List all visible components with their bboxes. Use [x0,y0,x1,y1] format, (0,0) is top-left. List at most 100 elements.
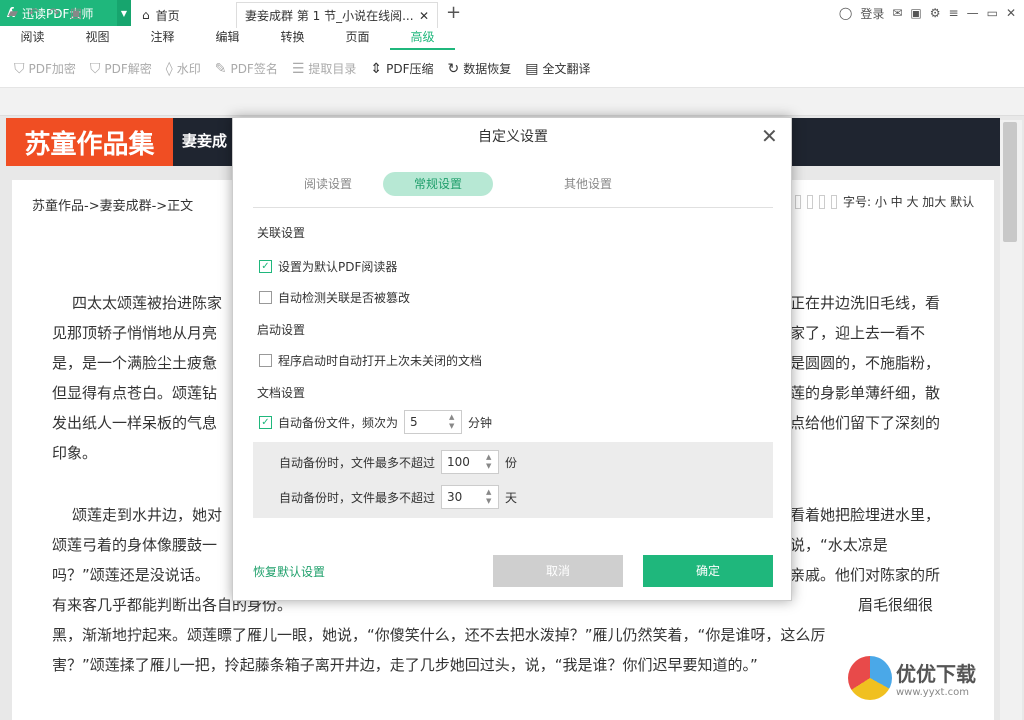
restore-defaults-link[interactable]: 恢复默认设置 [253,563,325,580]
backup-frequency-stepper[interactable]: 5 ▲ ▼ [404,410,463,434]
para-line: 家了，迎上去一看不 [790,324,926,342]
pdf-compress-label: PDF压缩 [386,62,434,76]
save-icon[interactable]: ▣ [70,6,82,21]
close-icon[interactable]: ✕ [761,124,778,148]
chevron-up-icon[interactable]: ▲ [486,488,498,497]
unit-label: 分钟 [468,415,493,430]
add-tab-icon[interactable]: + [446,2,461,23]
tab-other-settings[interactable]: 其他设置 [533,172,643,196]
color-swatch[interactable] [807,194,813,209]
checkbox-icon[interactable] [259,354,272,367]
menu-tab-view[interactable]: 视图 [65,26,130,50]
checkbox-checked-icon[interactable]: ✓ [259,260,272,273]
watermark-button[interactable]: ◊ 水印 [166,60,201,77]
menu-tab-convert[interactable]: 转换 [260,26,325,50]
skin-icon[interactable]: ▣ [910,6,921,20]
section-assoc: 关联设置 [257,226,306,240]
pen-icon: ✎ [214,60,227,77]
login-link[interactable]: 登录 [860,5,884,22]
max-files-label: 自动备份时，文件最多不超过 [279,455,436,470]
chevron-down-icon[interactable]: ▼ [486,462,498,471]
extract-toc-label: 提取目录 [308,62,357,76]
home-icon: ⌂ [142,8,150,22]
settings-icon[interactable]: ⚙ [930,6,941,20]
checkbox-label: 设置为默认PDF阅读器 [278,260,398,274]
color-swatch[interactable] [831,194,837,209]
open-folder-icon[interactable]: ▰ [8,6,18,21]
pdf-encrypt-button[interactable]: ⛉ PDF加密 [14,60,76,77]
color-swatch[interactable] [795,194,801,209]
checkbox-label: 自动备份文件，频次为 [278,415,399,430]
tab-general-settings[interactable]: 常规设置 [383,172,493,196]
tab-home-label: 首页 [155,8,180,23]
para-line: 莲的身影单薄纤细，散 [790,384,941,402]
menu-tab-edit[interactable]: 编辑 [195,26,260,50]
checkbox-reopen-docs[interactable]: 程序启动时自动打开上次未关闭的文档 [259,352,482,369]
max-days-stepper[interactable]: 30 ▲ ▼ [441,485,500,509]
message-icon[interactable]: ✉ [892,6,902,20]
tab-reading-settings[interactable]: 阅读设置 [273,172,383,196]
menu-tab-advanced[interactable]: 高级 [390,26,455,50]
chevron-up-icon[interactable]: ▲ [449,413,461,422]
stepper-value[interactable]: 100 [447,455,470,469]
para-line: 是圆圆的，不施脂粉， [790,354,941,372]
checkbox-detect-assoc[interactable]: 自动检测关联是否被篡改 [259,289,410,306]
banner-title: 苏童作品集 [6,118,173,166]
toolbar: ⛉ PDF加密 ⛉ PDF解密 ◊ 水印 ✎ PDF签名 ☰ 提取目录 ⇕ PDF压缩 ↻ 数… [0,50,1024,88]
pdf-sign-label: PDF签名 [230,62,278,76]
max-days-row: 自动备份时，文件最多不超过 30 ▲ ▼ 天 [279,485,517,509]
redo-icon[interactable]: ↷ [49,6,60,21]
color-swatch[interactable] [819,194,825,209]
menu-tab-read[interactable]: 阅读 [0,26,65,50]
data-restore-button[interactable]: ↻ 数据恢复 [448,60,512,77]
checkbox-default-reader[interactable]: ✓ 设置为默认PDF阅读器 [259,258,397,275]
menu-bar: 阅读 视图 注释 编辑 转换 页面 高级 [0,26,1024,50]
ok-button[interactable]: 确定 [643,555,773,587]
minimize-icon[interactable]: — [967,6,979,20]
checkbox-label: 程序启动时自动打开上次未关闭的文档 [278,354,483,368]
pdf-sign-button[interactable]: ✎ PDF签名 [215,60,278,77]
font-size-control[interactable]: 字号: 小 中 大 加大 默认 [795,193,974,210]
full-translate-button[interactable]: ▤ 全文翻译 [525,60,590,77]
undo-icon[interactable]: ↶ [28,6,39,21]
brand-logo-icon [848,656,892,700]
stepper-value[interactable]: 5 [410,415,418,429]
user-icon[interactable]: ◯ [839,6,852,20]
maximize-icon[interactable]: ▭ [987,6,998,20]
full-translate-label: 全文翻译 [542,62,591,76]
pdf-decrypt-label: PDF解密 [104,62,152,76]
tab-home[interactable]: ⌂ 首页 [142,4,180,26]
extract-toc-button[interactable]: ☰ 提取目录 [292,60,357,77]
chevron-down-icon[interactable]: ▼ [449,422,461,431]
list-icon: ☰ [291,60,305,77]
menu-tab-page[interactable]: 页面 [325,26,390,50]
unit-label: 份 [505,455,518,470]
chevron-up-icon[interactable]: ▲ [486,453,498,462]
para-line: 颂莲走到水井边，她对 [72,506,223,524]
app-menu-chevron-icon[interactable]: ▼ [117,0,131,26]
para-line: 四太太颂莲被抬进陈家 [72,294,223,312]
close-tab-icon[interactable]: ✕ [419,9,429,23]
checkbox-checked-icon[interactable]: ✓ [259,415,272,429]
stepper-value[interactable]: 30 [447,490,462,504]
checkbox-label: 自动检测关联是否被篡改 [278,291,411,305]
scrollbar-thumb[interactable] [1003,122,1017,242]
close-window-icon[interactable]: ✕ [1006,6,1016,20]
para-line: 但显得有点苍白。颂莲钻 [52,384,218,402]
cancel-button[interactable]: 取消 [493,555,623,587]
pdf-encrypt-label: PDF加密 [28,62,76,76]
checkbox-auto-backup[interactable]: ✓ 自动备份文件，频次为 5 ▲ ▼ 分钟 [259,410,492,434]
checkbox-icon[interactable] [259,291,272,304]
menu-icon[interactable]: ≡ [949,6,959,20]
para-line: 吗？”颂莲还是没说话。 [52,566,210,584]
max-files-stepper[interactable]: 100 ▲ ▼ [441,450,500,474]
chevron-down-icon[interactable]: ▼ [486,497,498,506]
para-line: 害？”颂莲揉了雁儿一把，拎起藤条箱子离开井边，走了几步她回过头，说，“我是谁？你… [52,656,758,674]
dialog-tabs: 阅读设置 常规设置 其他设置 [253,172,773,208]
menu-tab-annotate[interactable]: 注释 [130,26,195,50]
para-line: 说，“水太凉是 [790,536,888,554]
pdf-compress-button[interactable]: ⇕ PDF压缩 [370,60,433,77]
para-line: 看着她把脸埋进水里， [790,506,941,524]
tab-document[interactable]: 妻妾成群 第 1 节_小说在线阅... ✕ [236,2,438,28]
pdf-decrypt-button[interactable]: ⛉ PDF解密 [90,60,152,77]
